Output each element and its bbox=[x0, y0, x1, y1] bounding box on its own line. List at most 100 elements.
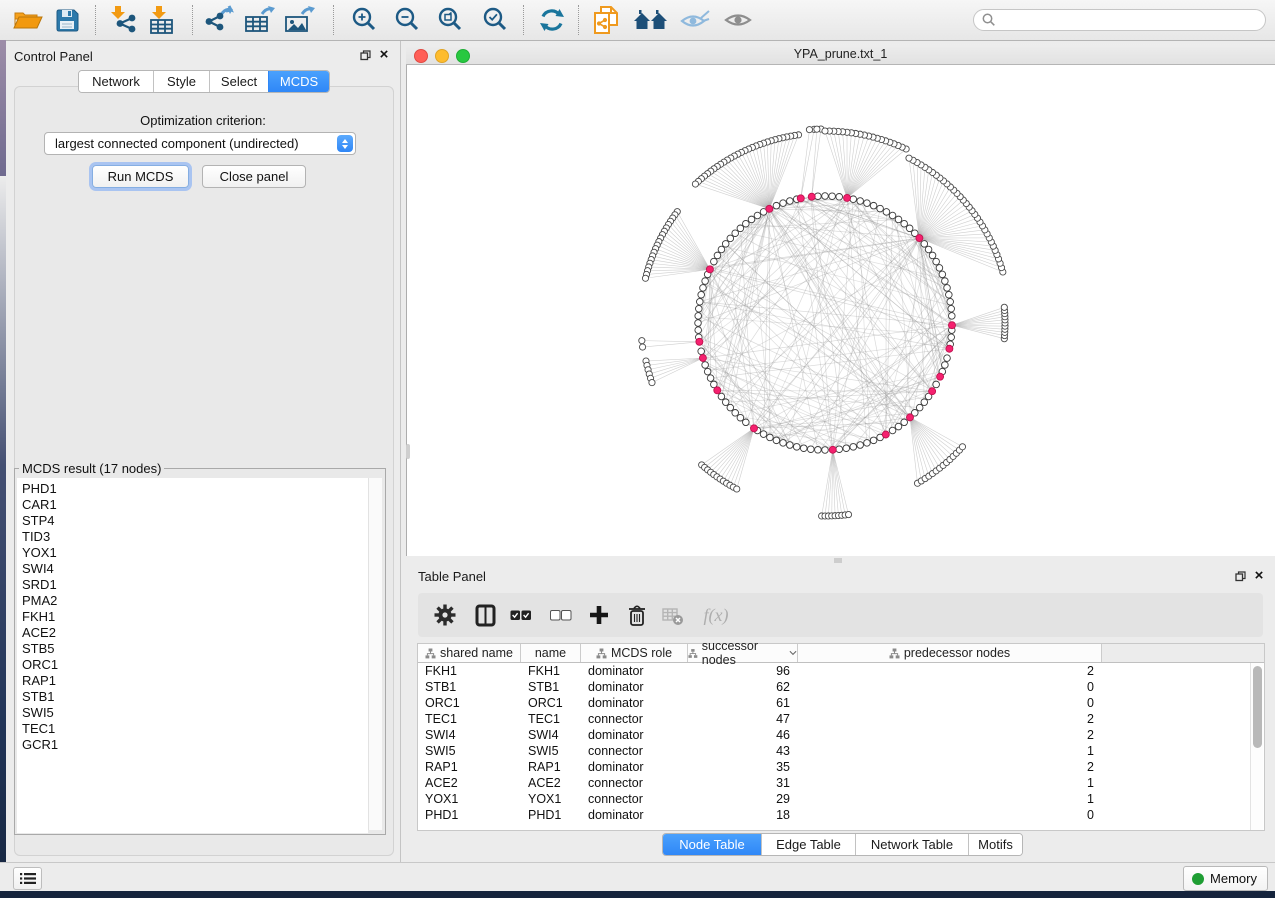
network-node[interactable] bbox=[773, 437, 780, 444]
mcds-result-item[interactable]: SRD1 bbox=[22, 577, 368, 593]
delete-column-button[interactable] bbox=[622, 600, 652, 630]
network-node[interactable] bbox=[743, 419, 750, 426]
mcds-result-item[interactable]: FKH1 bbox=[22, 609, 368, 625]
network-node[interactable] bbox=[933, 258, 940, 265]
network-node[interactable] bbox=[780, 440, 787, 447]
network-node[interactable] bbox=[737, 414, 744, 421]
network-node[interactable] bbox=[901, 419, 908, 426]
tab-mcds[interactable]: MCDS bbox=[268, 71, 329, 92]
tab-node-table[interactable]: Node Table bbox=[663, 834, 761, 855]
network-node[interactable] bbox=[877, 205, 884, 212]
mcds-result-item[interactable]: ORC1 bbox=[22, 657, 368, 673]
network-node[interactable] bbox=[695, 327, 702, 334]
network-node[interactable] bbox=[836, 446, 843, 453]
column-header-successor-nodes[interactable]: successor nodes bbox=[688, 644, 798, 662]
network-node[interactable] bbox=[698, 348, 705, 355]
network-node[interactable] bbox=[944, 355, 951, 362]
function-builder-button[interactable]: f(x) bbox=[696, 600, 736, 630]
network-node[interactable] bbox=[925, 246, 932, 253]
network-node[interactable] bbox=[734, 486, 740, 492]
network-node[interactable] bbox=[695, 313, 702, 320]
mcds-node[interactable] bbox=[750, 425, 757, 432]
network-node[interactable] bbox=[857, 198, 864, 205]
mcds-result-item[interactable]: STP4 bbox=[22, 513, 368, 529]
tab-style[interactable]: Style bbox=[153, 71, 209, 92]
network-node[interactable] bbox=[895, 423, 902, 430]
network-node[interactable] bbox=[698, 291, 705, 298]
network-node[interactable] bbox=[754, 212, 761, 219]
network-node[interactable] bbox=[883, 209, 890, 216]
network-node[interactable] bbox=[700, 285, 707, 292]
close-panel-icon[interactable]: × bbox=[377, 48, 391, 62]
network-node[interactable] bbox=[836, 193, 843, 200]
mcds-result-item[interactable]: RAP1 bbox=[22, 673, 368, 689]
network-node[interactable] bbox=[850, 444, 857, 451]
network-node[interactable] bbox=[850, 196, 857, 203]
network-node[interactable] bbox=[942, 278, 949, 285]
network-node[interactable] bbox=[1001, 304, 1007, 310]
clone-network-button[interactable] bbox=[589, 4, 623, 36]
network-node[interactable] bbox=[787, 198, 794, 205]
zoom-selected-button[interactable] bbox=[478, 4, 512, 36]
network-node[interactable] bbox=[864, 200, 871, 207]
table-row[interactable]: ORC1ORC1dominator610 bbox=[418, 695, 1264, 711]
mcds-result-item[interactable]: STB5 bbox=[22, 641, 368, 657]
network-scrollbar-thumb[interactable] bbox=[406, 444, 410, 459]
column-header-MCDS-role[interactable]: MCDS role bbox=[581, 644, 688, 662]
search-input[interactable] bbox=[1001, 12, 1257, 28]
network-node[interactable] bbox=[870, 202, 877, 209]
mcds-node[interactable] bbox=[937, 373, 944, 380]
open-session-button[interactable] bbox=[11, 4, 45, 36]
network-node[interactable] bbox=[845, 511, 851, 517]
network-node[interactable] bbox=[760, 431, 767, 438]
network-node[interactable] bbox=[889, 212, 896, 219]
mcds-node[interactable] bbox=[882, 431, 889, 438]
home-button[interactable] bbox=[632, 4, 670, 36]
mcds-node[interactable] bbox=[929, 388, 936, 395]
network-node[interactable] bbox=[895, 216, 902, 223]
mcds-node[interactable] bbox=[808, 193, 815, 200]
network-node[interactable] bbox=[929, 252, 936, 259]
network-node[interactable] bbox=[806, 127, 812, 133]
network-canvas[interactable] bbox=[406, 65, 1275, 556]
deselect-all-button[interactable] bbox=[546, 600, 576, 630]
splitter-handle[interactable] bbox=[834, 558, 842, 563]
mcds-node[interactable] bbox=[829, 446, 836, 453]
import-table-button[interactable] bbox=[144, 4, 178, 36]
tab-network[interactable]: Network bbox=[79, 71, 153, 92]
column-header-predecessor-nodes[interactable]: predecessor nodes bbox=[798, 644, 1102, 662]
tab-edge-table[interactable]: Edge Table bbox=[761, 834, 855, 855]
float-panel-icon[interactable] bbox=[1233, 569, 1247, 583]
network-node[interactable] bbox=[936, 265, 943, 272]
network-node[interactable] bbox=[649, 379, 655, 385]
column-header-shared-name[interactable]: shared name bbox=[418, 644, 521, 662]
mcds-result-item[interactable]: SWI4 bbox=[22, 561, 368, 577]
network-node[interactable] bbox=[718, 393, 725, 400]
mcds-result-list[interactable]: PHD1CAR1STP4TID3YOX1SWI4SRD1PMA2FKH1ACE2… bbox=[17, 478, 368, 833]
network-node[interactable] bbox=[767, 434, 774, 441]
mcds-result-item[interactable]: SWI5 bbox=[22, 705, 368, 721]
table-row[interactable]: PHD1PHD1dominator180 bbox=[418, 807, 1264, 823]
network-node[interactable] bbox=[642, 275, 648, 281]
table-row[interactable]: ACE2ACE2connector311 bbox=[418, 775, 1264, 791]
network-node[interactable] bbox=[722, 399, 729, 406]
network-node[interactable] bbox=[939, 271, 946, 278]
column-header-name[interactable]: name bbox=[521, 644, 581, 662]
tab-select[interactable]: Select bbox=[209, 71, 268, 92]
mcds-node[interactable] bbox=[696, 338, 703, 345]
network-node[interactable] bbox=[946, 291, 953, 298]
network-node[interactable] bbox=[639, 344, 645, 350]
network-node[interactable] bbox=[829, 193, 836, 200]
zoom-in-button[interactable] bbox=[347, 4, 381, 36]
network-node[interactable] bbox=[889, 427, 896, 434]
mcds-node[interactable] bbox=[844, 194, 851, 201]
network-node[interactable] bbox=[948, 305, 955, 312]
network-node[interactable] bbox=[822, 128, 828, 134]
optimization-criterion-select[interactable]: largest connected component (undirected) bbox=[44, 132, 356, 155]
network-node[interactable] bbox=[748, 216, 755, 223]
export-network-button[interactable] bbox=[202, 4, 236, 36]
task-history-button[interactable] bbox=[13, 867, 42, 890]
network-node[interactable] bbox=[815, 447, 822, 454]
table-row[interactable]: YOX1YOX1connector291 bbox=[418, 791, 1264, 807]
network-node[interactable] bbox=[727, 404, 734, 411]
